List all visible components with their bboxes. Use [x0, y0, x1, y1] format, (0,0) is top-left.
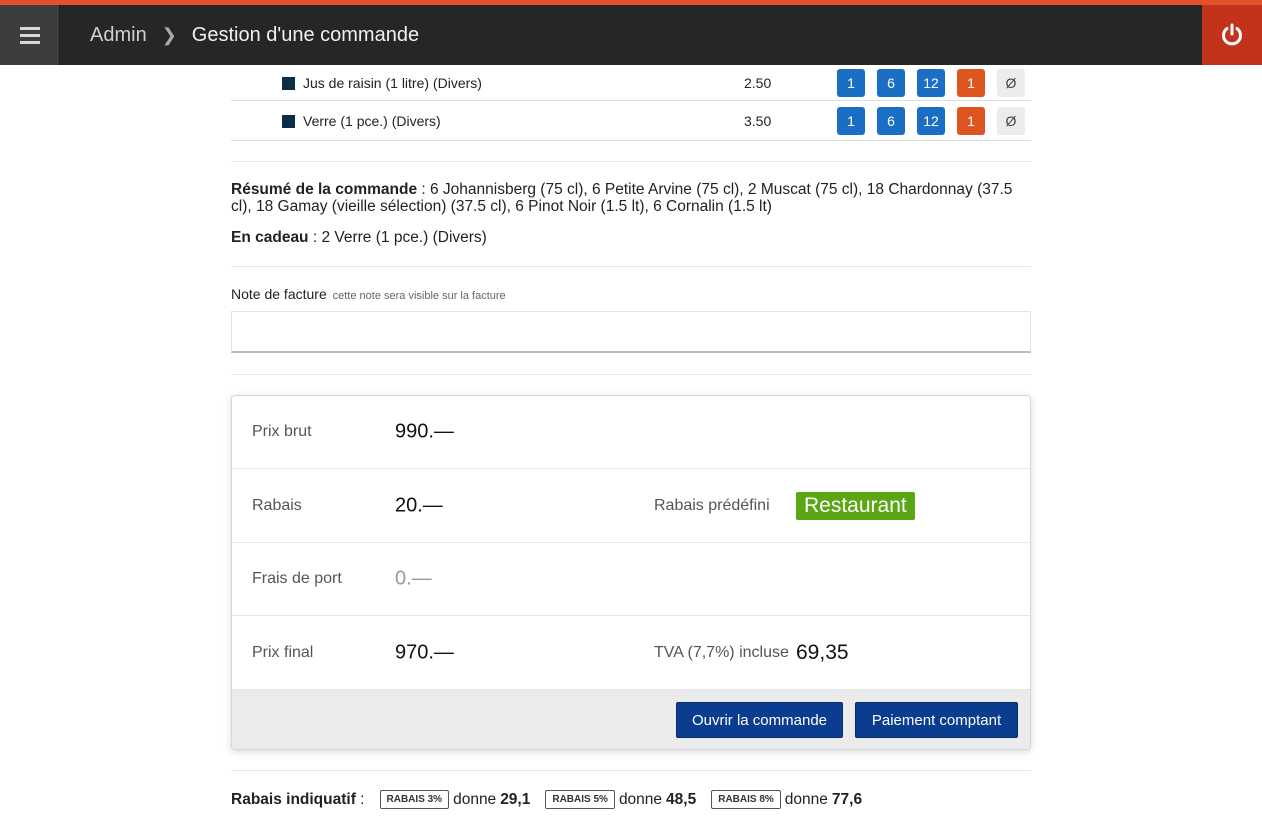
final-price-row: Prix final 970.— TVA (7,7%) incluse 69,3… — [232, 617, 1030, 690]
order-summary: Résumé de la commande : 6 Johannisberg (… — [231, 181, 1031, 215]
gives-text: donne — [453, 790, 497, 808]
gives-text: donne — [618, 790, 663, 808]
discount-amount-8: 77,6 — [831, 790, 863, 808]
indicative-discount-label: Rabais indiquatif : — [231, 791, 365, 809]
discount-amount-5: 48,5 — [666, 790, 697, 808]
gives-text: donne — [784, 790, 828, 808]
add-gift-button[interactable]: 1 — [957, 68, 985, 97]
gross-price-label: Prix brut — [252, 423, 312, 440]
product-row: Jus de raisin (1 litre) (Divers) 2.50 1 … — [231, 65, 1031, 101]
preset-discount-label: Rabais prédéfini — [654, 497, 770, 514]
totals-card: Prix brut 990.— Rabais 20.— Rabais prédé… — [231, 395, 1031, 750]
logout-button[interactable] — [1202, 5, 1262, 65]
divider — [231, 770, 1031, 771]
power-icon — [1222, 23, 1242, 46]
open-order-button[interactable]: Ouvrir la commande — [676, 702, 843, 738]
order-content: Jus de raisin (1 litre) (Divers) 2.50 1 … — [231, 65, 1031, 375]
add-6-button[interactable]: 6 — [877, 68, 905, 97]
shipping-label: Frais de port — [252, 570, 342, 587]
shipping-row: Frais de port 0.— — [232, 543, 1030, 616]
shipping-value[interactable]: 0.— — [395, 568, 432, 591]
product-price: 3.50 — [744, 112, 772, 129]
gross-price-value: 990.— — [395, 420, 454, 443]
discount-tag-5: RABAIS 5% — [545, 790, 615, 809]
add-gift-button[interactable]: 1 — [957, 106, 985, 135]
product-row: Verre (1 pce.) (Divers) 3.50 1 6 12 1 Ø — [231, 101, 1031, 141]
divider — [231, 161, 1031, 162]
discount-tag-3: RABAIS 3% — [379, 790, 450, 809]
invoice-note-input[interactable] — [231, 311, 1031, 353]
divider — [231, 266, 1031, 267]
breadcrumb: Admin ❯ Gestion d'une commande — [90, 5, 419, 65]
add-1-button[interactable]: 1 — [837, 106, 865, 135]
invoice-note-label: Note de facture cette note sera visible … — [231, 286, 506, 302]
product-name: Verre (1 pce.) (Divers) — [303, 112, 441, 129]
divider — [231, 374, 1031, 375]
indicative-discount-title: Rabais indiquatif — [231, 790, 356, 808]
discount-amount-3: 29,1 — [500, 790, 531, 808]
gift-summary: En cadeau : 2 Verre (1 pce.) (Divers) — [231, 229, 487, 247]
discount-tag-8: RABAIS 8% — [711, 790, 781, 809]
final-price-value: 970.— — [395, 641, 454, 664]
product-price: 2.50 — [744, 74, 772, 91]
product-name: Jus de raisin (1 litre) (Divers) — [303, 74, 482, 91]
discount-label: Rabais — [252, 497, 302, 514]
invoice-note-hint: cette note sera visible sur la facture — [332, 290, 506, 302]
product-color-swatch — [282, 76, 295, 90]
final-price-label: Prix final — [252, 644, 314, 661]
breadcrumb-root[interactable]: Admin — [90, 24, 147, 47]
preset-discount-badge[interactable]: Restaurant — [796, 492, 915, 520]
discount-value[interactable]: 20.— — [395, 495, 443, 518]
cash-payment-button[interactable]: Paiement comptant — [855, 702, 1018, 738]
add-1-button[interactable]: 1 — [837, 68, 865, 97]
vat-label: TVA (7,7%) incluse — [654, 644, 789, 661]
gross-price-row: Prix brut 990.— — [232, 396, 1030, 469]
hamburger-icon — [19, 27, 40, 44]
invoice-note-title: Note de facture — [231, 286, 327, 302]
clear-quantity-button[interactable]: Ø — [997, 106, 1025, 135]
indicative-discounts: Rabais indiquatif : RABAIS 3% donne 29,1… — [231, 790, 877, 809]
add-6-button[interactable]: 6 — [877, 106, 905, 135]
gift-label: En cadeau — [231, 229, 309, 246]
product-color-swatch — [282, 114, 295, 128]
top-bar: Admin ❯ Gestion d'une commande — [0, 0, 1262, 65]
menu-toggle-button[interactable] — [0, 5, 60, 65]
gift-text: : 2 Verre (1 pce.) (Divers) — [308, 229, 487, 246]
page-title: Gestion d'une commande — [191, 23, 420, 46]
add-12-button[interactable]: 12 — [917, 68, 945, 97]
clear-quantity-button[interactable]: Ø — [997, 68, 1025, 97]
discount-row: Rabais 20.— Rabais prédéfini Restaurant — [232, 470, 1030, 543]
chevron-right-icon: ❯ — [161, 24, 177, 45]
indicative-discount-sep: : — [355, 790, 365, 808]
vat-value: 69,35 — [796, 641, 849, 664]
add-12-button[interactable]: 12 — [917, 106, 945, 135]
card-footer: Ouvrir la commande Paiement comptant — [232, 690, 1030, 749]
summary-label: Résumé de la commande — [231, 181, 418, 198]
